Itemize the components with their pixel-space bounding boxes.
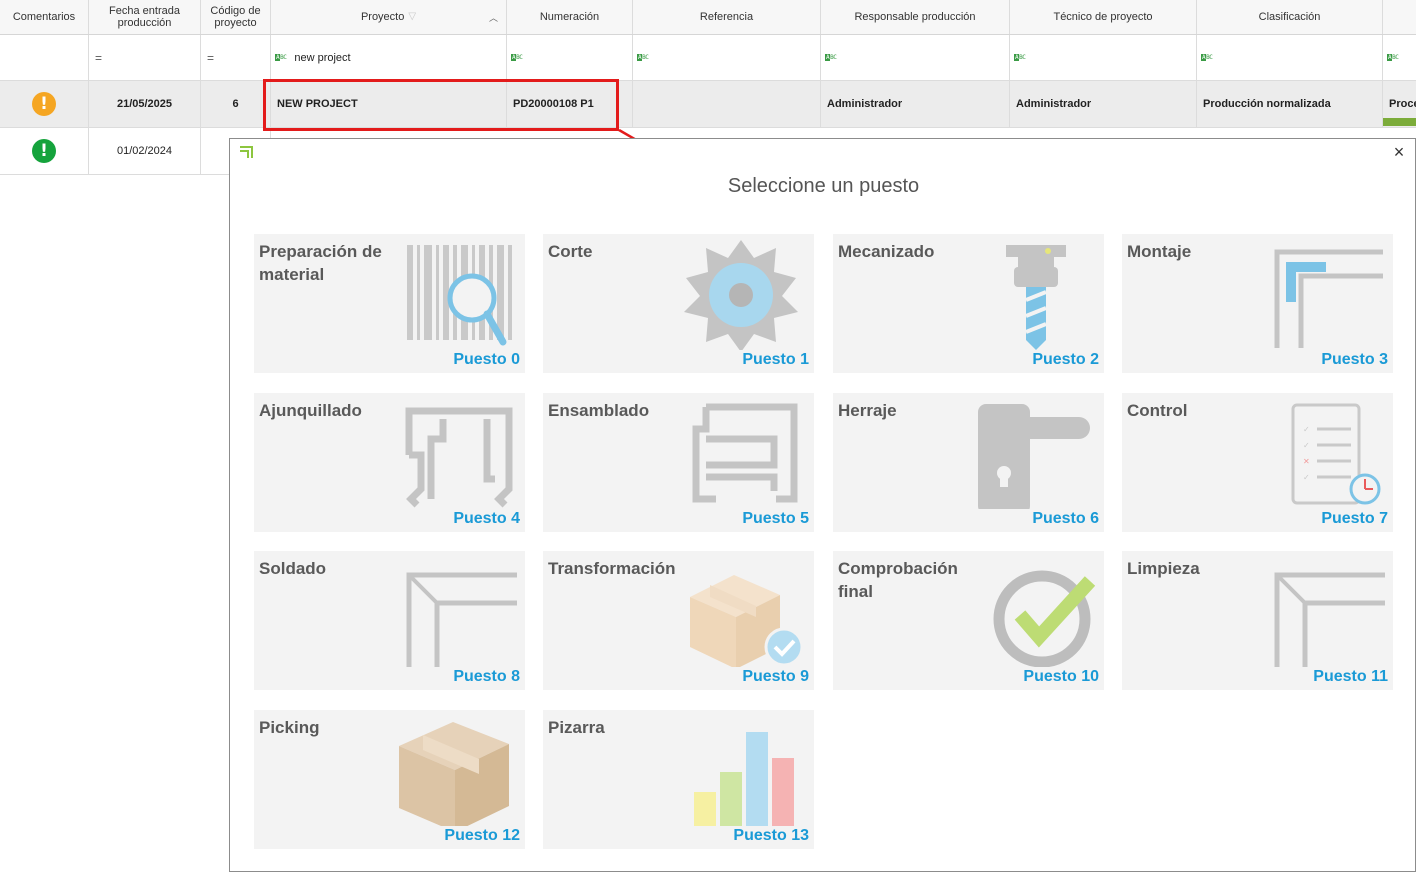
workstation-tile-7[interactable]: Control ✓ ✓ ✓ ✕ Puesto 7 <box>1122 393 1393 532</box>
warning-status-icon[interactable]: ! <box>32 92 56 116</box>
text-filter-icon[interactable]: ABC <box>1197 54 1213 61</box>
column-header-clasificacion[interactable]: Clasificación <box>1197 0 1383 34</box>
workstation-tile-3[interactable]: Montaje Puesto 3 <box>1122 234 1393 373</box>
door-handle-icon <box>978 404 1090 509</box>
table-row[interactable]: ! 21/05/2025 6 NEW PROJECT PD20000108 P1… <box>0 81 1416 128</box>
text-filter-icon[interactable]: ABC <box>507 54 523 61</box>
bar-chart-icon <box>694 732 794 826</box>
workstation-tile-1[interactable]: Corte Puesto 1 <box>543 234 814 373</box>
workstation-tile-8[interactable]: Soldado Puesto 8 <box>254 551 525 690</box>
barcode-magnifier-icon <box>407 245 512 346</box>
filter-proyecto-input[interactable]: ABC new project <box>271 35 507 80</box>
workstation-tile-9[interactable]: Transformación Puesto 9 <box>543 551 814 690</box>
workstation-tile-10[interactable]: Comprobación final Puesto 10 <box>833 551 1104 690</box>
workstation-tile-5[interactable]: Ensamblado Puesto 5 <box>543 393 814 532</box>
comment-cell[interactable]: ! <box>0 128 89 174</box>
filter-funnel-icon[interactable]: ▽ <box>408 11 416 23</box>
profile-corner-icon <box>1274 572 1385 667</box>
workstation-tile-12[interactable]: Picking Puesto 12 <box>254 710 525 849</box>
close-button[interactable]: × <box>1389 141 1409 163</box>
filter-comentarios[interactable] <box>0 35 89 80</box>
text-filter-icon[interactable]: ABC <box>1383 54 1399 61</box>
progress-bar <box>1383 118 1416 126</box>
ok-status-icon[interactable]: ! <box>32 139 56 163</box>
column-header-comentarios[interactable]: Comentarios <box>0 0 89 34</box>
checklist-clock-icon: ✓ ✓ ✓ ✕ <box>1291 403 1381 505</box>
column-header-referencia[interactable]: Referencia <box>633 0 821 34</box>
fecha-cell: 21/05/2025 <box>89 81 201 127</box>
saw-blade-icon <box>684 240 798 350</box>
box-check-icon <box>690 575 804 667</box>
check-circle-icon <box>993 570 1096 667</box>
column-header-responsable[interactable]: Responsable producción <box>821 0 1010 34</box>
workstation-tile-4[interactable]: Ajunquillado Puesto 4 <box>254 393 525 532</box>
filter-numeracion-input[interactable]: ABC <box>507 35 633 80</box>
column-header-numeracion[interactable]: Numeración <box>507 0 633 34</box>
drill-bit-icon <box>1006 245 1066 350</box>
column-header-tecnico[interactable]: Técnico de proyecto <box>1010 0 1197 34</box>
sort-ascending-icon[interactable]: ︿ <box>489 12 498 24</box>
column-header-codigo-proyecto[interactable]: Código de proyecto <box>201 0 271 34</box>
highlight-box <box>263 79 619 131</box>
workstation-tile-6[interactable]: Herraje Puesto 6 <box>833 393 1104 532</box>
glazing-bead-icon <box>405 407 513 508</box>
referencia-cell <box>633 81 821 127</box>
equals-operator-icon[interactable]: = <box>201 51 214 65</box>
svg-text:✕: ✕ <box>1303 457 1310 466</box>
workstation-tile-0[interactable]: Preparación de material Puesto 0 <box>254 234 525 373</box>
responsable-cell: Administrador <box>821 81 1010 127</box>
codigo-cell: 6 <box>201 81 271 127</box>
app-logo-icon <box>240 146 253 158</box>
text-filter-icon[interactable]: ABC <box>821 54 837 61</box>
grid-header-row: Comentarios Fecha entrada producción Cód… <box>0 0 1416 35</box>
frame-corner-icon <box>1274 249 1383 348</box>
workstation-tile-2[interactable]: Mecanizado Puesto 2 <box>833 234 1104 373</box>
dialog-title: Seleccione un puesto <box>727 175 920 197</box>
column-header-fecha-entrada[interactable]: Fecha entrada producción <box>89 0 201 34</box>
fecha-cell: 01/02/2024 <box>89 128 201 174</box>
filter-fecha[interactable]: = <box>89 35 201 80</box>
filter-overflow-input[interactable]: ABC <box>1383 35 1416 80</box>
workstation-tile-11[interactable]: Limpieza Puesto 11 <box>1122 551 1393 690</box>
select-workstation-dialog: × Seleccione un puesto Preparación de ma… <box>229 138 1416 872</box>
cardboard-box-icon <box>399 722 509 826</box>
filter-clasificacion-input[interactable]: ABC <box>1197 35 1383 80</box>
profile-corner-icon <box>406 572 517 667</box>
tecnico-cell: Administrador <box>1010 81 1197 127</box>
column-header-overflow[interactable] <box>1383 0 1416 34</box>
assembly-frame-icon <box>692 403 798 503</box>
text-filter-icon[interactable]: ABC <box>271 54 287 61</box>
filter-tecnico-input[interactable]: ABC <box>1010 35 1197 80</box>
grid-filter-row: = = ABC new project ABC ABC ABC ABC ABC … <box>0 35 1416 81</box>
filter-codigo[interactable]: = <box>201 35 271 80</box>
comment-cell[interactable]: ! <box>0 81 89 127</box>
svg-text:✓: ✓ <box>1303 473 1310 482</box>
svg-text:✓: ✓ <box>1303 425 1310 434</box>
text-filter-icon[interactable]: ABC <box>633 54 649 61</box>
column-header-proyecto[interactable]: Proyecto ▽ ︿ <box>271 0 507 34</box>
clasificacion-cell: Producción normalizada <box>1197 81 1383 127</box>
filter-responsable-input[interactable]: ABC <box>821 35 1010 80</box>
filter-referencia-input[interactable]: ABC <box>633 35 821 80</box>
workstation-tile-13[interactable]: Pizarra Puesto 13 <box>543 710 814 849</box>
svg-text:✓: ✓ <box>1303 441 1310 450</box>
text-filter-icon[interactable]: ABC <box>1010 54 1026 61</box>
equals-operator-icon[interactable]: = <box>89 51 102 65</box>
